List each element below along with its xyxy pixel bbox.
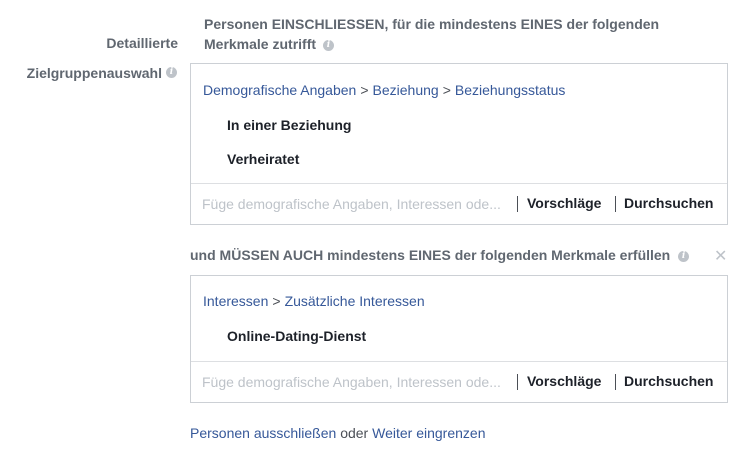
include-search-row: Vorschläge Durchsuchen bbox=[191, 183, 727, 224]
narrow-search-input[interactable] bbox=[191, 362, 509, 401]
include-search-input[interactable] bbox=[191, 184, 509, 223]
include-heading-line2-text: Merkmale zutrifft bbox=[204, 36, 317, 52]
footer-actions: Personen ausschließen oder Weiter eingre… bbox=[190, 425, 486, 441]
browse-button[interactable]: Durchsuchen bbox=[624, 195, 713, 211]
breadcrumb-separator: > bbox=[272, 293, 281, 309]
divider bbox=[517, 374, 518, 390]
suggestions-button[interactable]: Vorschläge bbox=[527, 373, 601, 389]
divider bbox=[517, 196, 518, 212]
targeting-item-online-dating[interactable]: Online-Dating-Dienst bbox=[227, 328, 366, 344]
breadcrumb-additional-interests-link[interactable]: Zusätzliche Interessen bbox=[285, 293, 425, 309]
close-icon[interactable]: ✕ bbox=[714, 246, 727, 266]
detailed-targeting-label-line1: Detaillierte bbox=[106, 35, 178, 51]
detailed-targeting-label-line2: Zielgruppenauswahl bbox=[26, 65, 162, 81]
info-icon[interactable]: i bbox=[322, 39, 334, 51]
include-heading-line2: Merkmale zutrifft i bbox=[204, 34, 724, 54]
narrow-heading-text: und MÜSSEN AUCH mindestens EINES der fol… bbox=[190, 247, 671, 263]
exclude-people-link[interactable]: Personen ausschließen bbox=[190, 425, 336, 441]
info-icon[interactable]: i bbox=[166, 67, 177, 78]
narrow-search-row: Vorschläge Durchsuchen bbox=[191, 361, 727, 402]
info-icon[interactable]: i bbox=[678, 250, 690, 262]
narrow-breadcrumb: Interessen > Zusätzliche Interessen bbox=[203, 293, 425, 309]
browse-button[interactable]: Durchsuchen bbox=[624, 373, 713, 389]
narrow-further-link[interactable]: Weiter eingrenzen bbox=[372, 425, 485, 441]
or-text: oder bbox=[340, 425, 369, 441]
include-heading-line1: Personen EINSCHLIESSEN, für die mindeste… bbox=[204, 16, 660, 32]
narrow-heading: und MÜSSEN AUCH mindestens EINES der fol… bbox=[190, 245, 690, 265]
suggestions-button[interactable]: Vorschläge bbox=[527, 195, 601, 211]
targeting-item-in-relationship[interactable]: In einer Beziehung bbox=[227, 117, 351, 133]
breadcrumb-separator: > bbox=[360, 82, 369, 98]
include-heading: Personen EINSCHLIESSEN, für die mindeste… bbox=[204, 14, 724, 54]
breadcrumb-separator: > bbox=[442, 82, 451, 98]
divider bbox=[615, 374, 616, 390]
breadcrumb-demographics-link[interactable]: Demografische Angaben bbox=[203, 82, 356, 98]
divider bbox=[615, 196, 616, 212]
narrow-targeting-box: Interessen > Zusätzliche Interessen Online… bbox=[190, 275, 728, 403]
breadcrumb-interests-link[interactable]: Interessen bbox=[203, 293, 268, 309]
include-breadcrumb: Demografische Angaben > Beziehung > Beziehun… bbox=[203, 82, 565, 98]
targeting-item-married[interactable]: Verheiratet bbox=[227, 151, 299, 167]
breadcrumb-relationship-link[interactable]: Beziehung bbox=[373, 82, 439, 98]
breadcrumb-relationship-status-link[interactable]: Beziehungsstatus bbox=[455, 82, 566, 98]
include-targeting-box: Demografische Angaben > Beziehung > Beziehun… bbox=[190, 63, 728, 225]
